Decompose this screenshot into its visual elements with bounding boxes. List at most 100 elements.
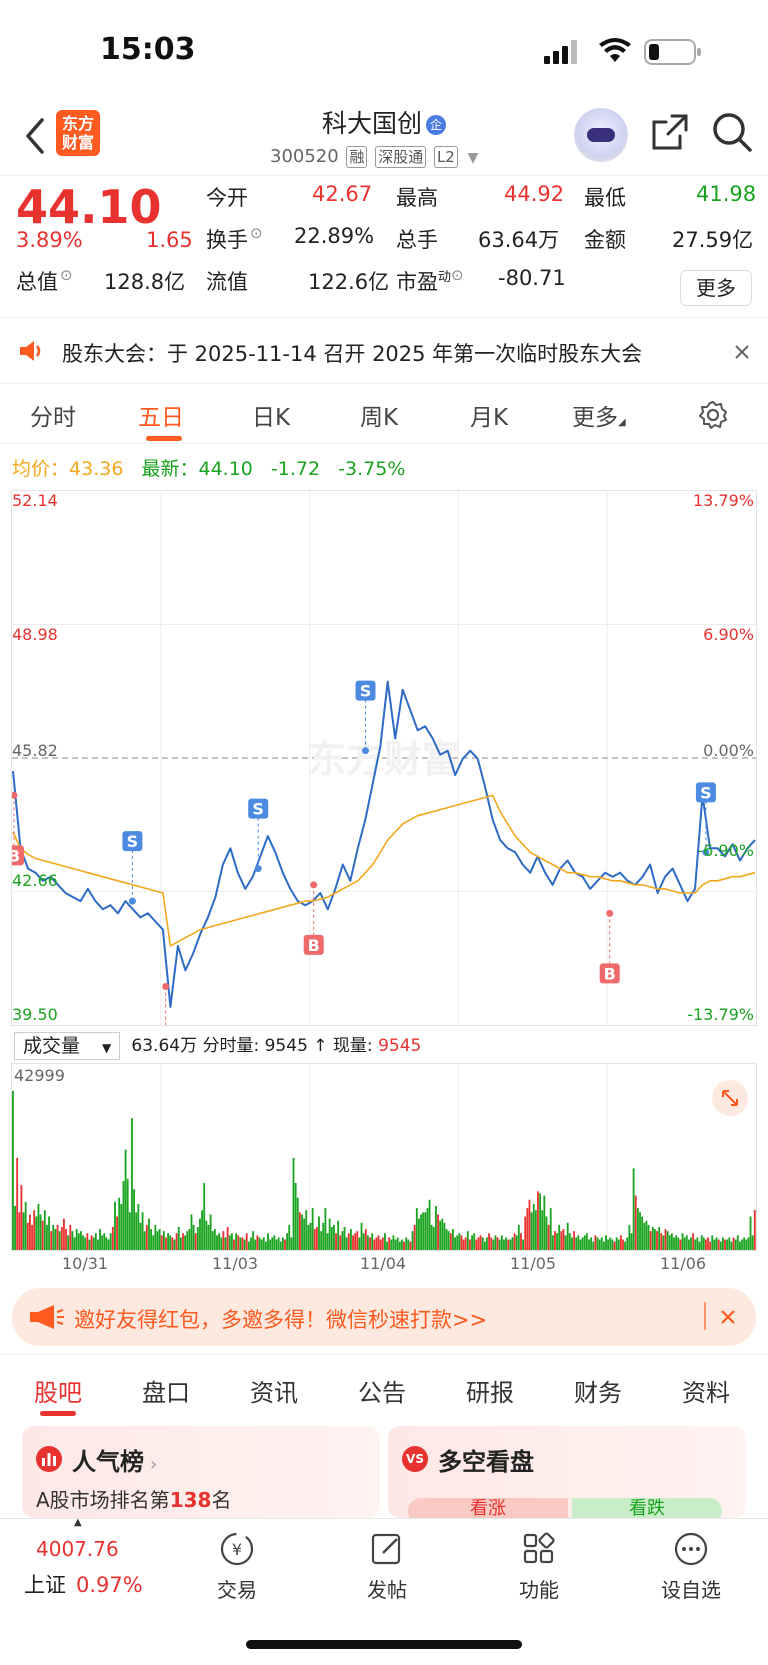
expand-icon[interactable] bbox=[712, 1080, 748, 1116]
volume-bar bbox=[326, 1233, 329, 1250]
volume-bar bbox=[220, 1237, 223, 1250]
tab-profile[interactable]: 资料 bbox=[682, 1373, 730, 1408]
index-value[interactable]: 4007.76 bbox=[36, 1537, 119, 1561]
volume-bar bbox=[690, 1237, 692, 1250]
post-edit-icon bbox=[371, 1533, 401, 1565]
volume-bar bbox=[209, 1214, 212, 1250]
signal-dot bbox=[254, 865, 262, 873]
volume-bar bbox=[33, 1210, 36, 1250]
more-quote-button[interactable]: 更多 bbox=[680, 270, 752, 306]
volume-bar bbox=[233, 1239, 235, 1250]
signal-dot bbox=[606, 909, 614, 917]
post-tab[interactable]: 发帖 bbox=[342, 1529, 432, 1603]
volume-bar bbox=[564, 1235, 567, 1250]
volume-bar bbox=[398, 1241, 401, 1250]
volume-bar bbox=[634, 1195, 637, 1250]
volume-indicator-select[interactable]: 成交量 ▼ bbox=[14, 1032, 120, 1060]
add-watchlist-tab[interactable]: 设自选 bbox=[646, 1529, 736, 1603]
volume-bar bbox=[114, 1201, 116, 1250]
close-icon[interactable] bbox=[720, 1309, 736, 1325]
tag-connect: 深股通 bbox=[375, 146, 427, 168]
date-label: 10/31 bbox=[62, 1254, 109, 1273]
low-value: 41.98 bbox=[696, 182, 757, 206]
stock-code-row[interactable]: 300520 融 深股通 L2 ▼ bbox=[270, 146, 478, 168]
tab-weekly-k[interactable]: 周K bbox=[360, 398, 398, 432]
volume-bar bbox=[573, 1231, 576, 1250]
volume-bar bbox=[749, 1216, 752, 1250]
price-chart-svg: 东方财富BSBSBSBS bbox=[12, 491, 756, 1025]
volume-chart[interactable]: 42999 bbox=[11, 1063, 757, 1251]
volume-bar bbox=[696, 1237, 699, 1250]
tab-monthly-k[interactable]: 月K bbox=[470, 398, 508, 432]
tag-level2: L2 bbox=[433, 146, 458, 168]
tab-finance[interactable]: 财务 bbox=[574, 1373, 622, 1408]
volume-bar bbox=[520, 1233, 522, 1250]
popularity-card[interactable]: 人气榜 › A股市场排名第138名 bbox=[22, 1426, 380, 1518]
volume-bar bbox=[67, 1235, 70, 1250]
volume-bar bbox=[483, 1241, 486, 1250]
volume-bar bbox=[31, 1224, 33, 1250]
signal-dot bbox=[362, 747, 369, 755]
bull-bear-card[interactable]: VS 多空看盘 看涨 看跌 bbox=[388, 1426, 746, 1524]
signal-label: B bbox=[604, 964, 616, 983]
volume-bar bbox=[16, 1157, 19, 1250]
search-icon[interactable] bbox=[710, 110, 754, 154]
volume-bar bbox=[218, 1233, 221, 1250]
volume-bar bbox=[430, 1224, 433, 1250]
signal-label: S bbox=[252, 800, 264, 819]
trade-tab[interactable]: ¥ 交易 bbox=[192, 1529, 282, 1603]
index-quote[interactable]: 上证 0.97% bbox=[24, 1569, 143, 1599]
volume-bar bbox=[494, 1235, 497, 1250]
volume-bar bbox=[558, 1224, 561, 1250]
volume-bar bbox=[137, 1203, 140, 1250]
volume-bar bbox=[216, 1235, 218, 1250]
invite-banner[interactable]: 邀好友得红包，多邀多得！微信秒速打款>> bbox=[12, 1288, 756, 1346]
share-icon[interactable] bbox=[650, 112, 690, 152]
tab-announcements[interactable]: 公告 bbox=[358, 1373, 406, 1408]
settings-gear-icon[interactable] bbox=[698, 400, 728, 430]
tab-more[interactable]: 更多◢ bbox=[572, 398, 626, 432]
volume-bar bbox=[396, 1237, 399, 1250]
more-dots-icon bbox=[674, 1532, 708, 1566]
tab-guba[interactable]: 股吧 bbox=[34, 1373, 82, 1408]
change-amount: 1.65 bbox=[146, 228, 193, 252]
volume-bar bbox=[275, 1239, 278, 1250]
wifi-icon bbox=[599, 38, 631, 62]
y-right-tick: 13.79% bbox=[692, 491, 754, 510]
volume-bar bbox=[639, 1212, 641, 1250]
turnover-value: 22.89% bbox=[294, 224, 375, 248]
volume-bar bbox=[22, 1212, 25, 1250]
volume-bar bbox=[364, 1229, 367, 1250]
volume-bar bbox=[177, 1226, 180, 1250]
tab-research[interactable]: 研报 bbox=[466, 1373, 514, 1408]
volume-bar bbox=[707, 1237, 709, 1250]
tab-intraday[interactable]: 分时 bbox=[30, 398, 76, 432]
volume-bar bbox=[615, 1237, 618, 1250]
volume-bar bbox=[126, 1178, 129, 1250]
volume-bar bbox=[439, 1220, 442, 1250]
banner-divider bbox=[704, 1302, 706, 1330]
y-left-tick: 45.82 bbox=[12, 741, 58, 760]
price-chart[interactable]: 东方财富BSBSBSBS 52.14 48.98 45.82 42.66 39.… bbox=[11, 490, 757, 1026]
volume-bar bbox=[65, 1229, 67, 1250]
tab-pankou[interactable]: 盘口 bbox=[142, 1373, 190, 1408]
volume-bar bbox=[143, 1231, 146, 1250]
functions-tab[interactable]: 功能 bbox=[494, 1529, 584, 1603]
volume-bar bbox=[358, 1237, 361, 1250]
volume-bar bbox=[20, 1185, 23, 1250]
volume-bar bbox=[717, 1239, 720, 1250]
ai-assistant-avatar[interactable] bbox=[574, 108, 628, 162]
volume-bar bbox=[507, 1239, 510, 1250]
volume-bar bbox=[575, 1237, 578, 1250]
volume-bar bbox=[296, 1197, 299, 1250]
volume-bar bbox=[182, 1233, 184, 1250]
notice-bar[interactable]: 股东大会：于 2025-11-14 召开 2025 年第一次临时股东大会 bbox=[0, 318, 768, 384]
tab-five-day[interactable]: 五日 bbox=[138, 398, 184, 432]
volume-bar bbox=[235, 1233, 238, 1250]
volume-current: 9545 bbox=[378, 1036, 422, 1056]
tab-daily-k[interactable]: 日K bbox=[252, 398, 290, 432]
tab-news[interactable]: 资讯 bbox=[250, 1373, 298, 1408]
volume-bar bbox=[619, 1235, 622, 1250]
close-icon[interactable] bbox=[734, 344, 750, 360]
volume-bar bbox=[224, 1237, 227, 1250]
